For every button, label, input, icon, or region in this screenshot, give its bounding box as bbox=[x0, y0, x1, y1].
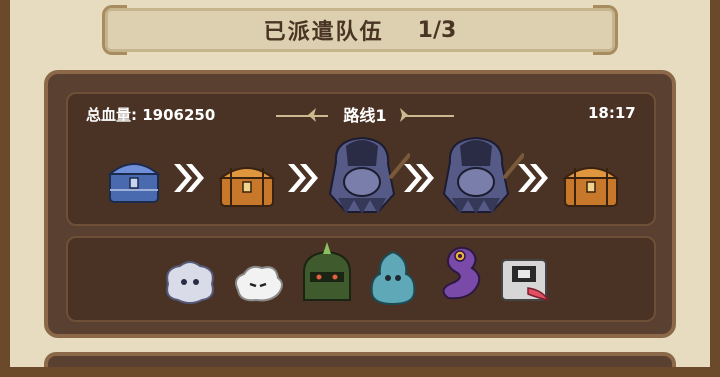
arrow-icon bbox=[518, 164, 548, 192]
header-corner-ornament bbox=[593, 30, 618, 55]
white-fluffy-creature-icon[interactable] bbox=[162, 258, 218, 306]
route-label: 路线1 bbox=[343, 106, 387, 125]
header-corner-ornament bbox=[102, 30, 127, 55]
hooded-brute-icon[interactable] bbox=[318, 134, 410, 216]
robot-box-creature-icon[interactable] bbox=[498, 254, 554, 306]
team-members-card[interactable] bbox=[66, 236, 656, 322]
page-title: 已派遣队伍 bbox=[263, 20, 384, 45]
hooded-brute-icon[interactable] bbox=[432, 134, 524, 216]
purple-snake-creature-icon[interactable] bbox=[436, 242, 486, 304]
route-divider-right bbox=[402, 115, 454, 117]
team-count: 1/3 bbox=[417, 17, 457, 43]
next-panel-edge bbox=[44, 352, 676, 377]
arrow-icon bbox=[174, 164, 204, 192]
header-corner-ornament bbox=[593, 5, 618, 30]
arrow-icon bbox=[288, 164, 318, 192]
ornament-left-icon bbox=[308, 108, 316, 122]
cloud-creature-icon[interactable] bbox=[230, 262, 286, 304]
timer-label: 18:17 bbox=[588, 104, 636, 122]
arrow-icon bbox=[404, 164, 434, 192]
green-armor-creature-icon[interactable] bbox=[298, 242, 356, 306]
teal-blob-creature-icon[interactable] bbox=[368, 248, 418, 306]
chest-orange-icon bbox=[218, 167, 276, 207]
total-hp-label: 总血量: 1906250 bbox=[86, 106, 216, 124]
chest-orange-icon bbox=[562, 167, 620, 207]
chest-blue-icon bbox=[107, 163, 161, 203]
header-corner-ornament bbox=[102, 5, 127, 30]
header-banner: 已派遣队伍 1/3 bbox=[102, 5, 618, 55]
